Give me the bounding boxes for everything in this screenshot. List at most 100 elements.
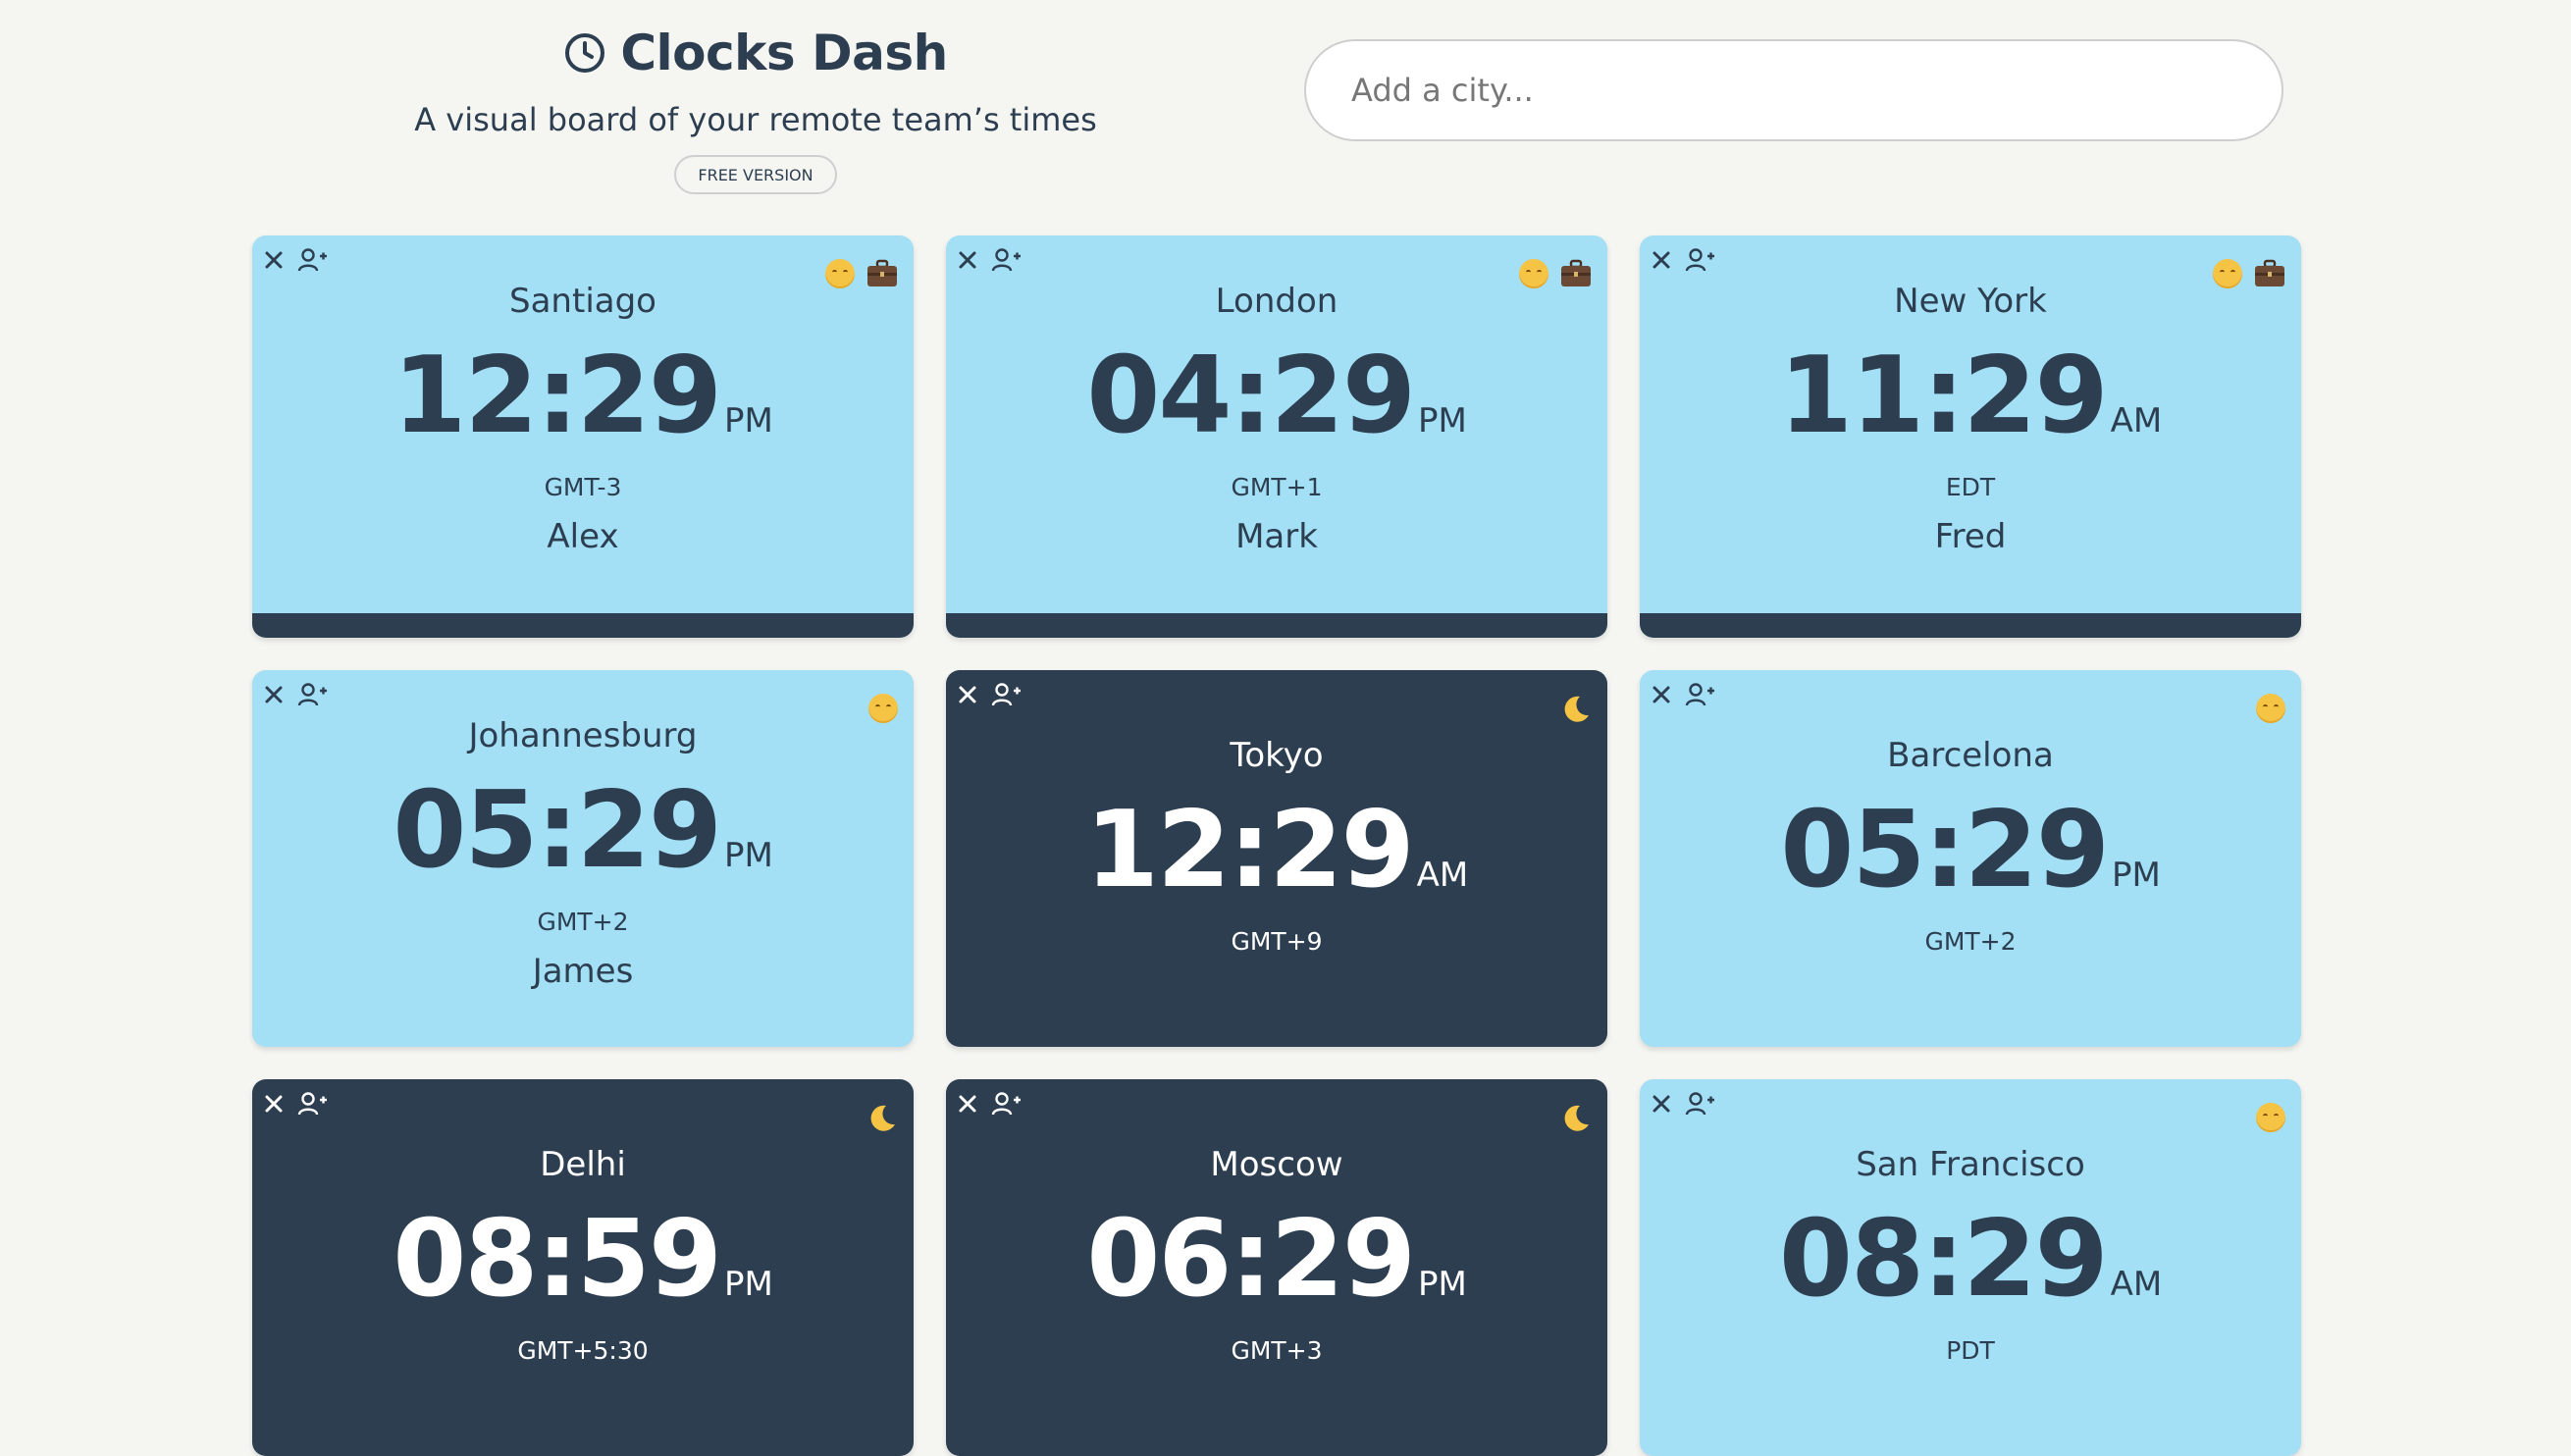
clock-card-new-york: New York 11:29 AM EDT Fred	[1640, 235, 2301, 638]
clock-time: 05:29	[1780, 789, 2110, 911]
am-pm: AM	[2110, 1265, 2163, 1304]
briefcase-icon	[1561, 259, 1591, 286]
card-status	[866, 1103, 898, 1134]
clock-time: 12:29	[393, 335, 722, 457]
close-icon[interactable]	[956, 248, 979, 272]
add-person-icon[interactable]	[991, 1091, 1021, 1117]
timezone: GMT+5:30	[517, 1336, 649, 1365]
add-person-icon[interactable]	[297, 682, 327, 707]
time-row: 08:59 PM	[252, 1201, 914, 1319]
add-person-icon[interactable]	[297, 1091, 327, 1117]
timezone: PDT	[1946, 1336, 1995, 1365]
time-row: 12:29 AM	[946, 792, 1607, 910]
am-pm: PM	[723, 1265, 773, 1304]
time-row: 05:29 PM	[252, 772, 914, 890]
clock-time: 12:29	[1084, 789, 1415, 911]
card-controls	[956, 1091, 1021, 1117]
close-icon[interactable]	[262, 683, 286, 706]
clock-card-santiago: Santiago 12:29 PM GMT-3 Alex	[252, 235, 914, 638]
card-controls	[262, 682, 327, 707]
timezone: GMT+9	[1231, 927, 1323, 956]
card-controls	[262, 1091, 327, 1117]
timezone: GMT+2	[537, 908, 629, 936]
time-row: 08:29 AM	[1640, 1201, 2301, 1319]
timezone: GMT+2	[1924, 927, 2017, 956]
clock-card-barcelona: Barcelona 05:29 PM GMT+2	[1640, 670, 2301, 1047]
am-pm: PM	[1417, 401, 1467, 441]
add-person-icon[interactable]	[1685, 247, 1714, 273]
header: Clocks Dash A visual board of your remot…	[0, 0, 2571, 216]
add-city-input[interactable]	[1304, 39, 2283, 141]
card-status	[2256, 694, 2285, 723]
am-pm: PM	[1417, 1265, 1467, 1304]
sun-face-icon	[2256, 1103, 2285, 1132]
timezone: GMT-3	[544, 473, 622, 501]
card-status	[868, 694, 898, 723]
time-row: 06:29 PM	[946, 1201, 1607, 1319]
am-pm: AM	[1416, 856, 1469, 895]
card-status	[2213, 259, 2285, 288]
add-person-icon[interactable]	[991, 247, 1021, 273]
moon-icon	[1564, 1105, 1589, 1131]
card-controls	[1650, 247, 1714, 273]
close-icon[interactable]	[956, 1092, 979, 1116]
card-status	[825, 259, 898, 288]
card-status	[1519, 259, 1592, 288]
add-person-icon[interactable]	[297, 247, 327, 273]
city-name: New York	[1894, 282, 2047, 321]
am-pm: PM	[723, 401, 773, 441]
app-subtitle: A visual board of your remote team’s tim…	[414, 101, 1097, 138]
close-icon[interactable]	[262, 248, 286, 272]
add-person-icon[interactable]	[991, 682, 1021, 707]
person-name: James	[532, 952, 634, 991]
card-controls	[956, 247, 1021, 273]
card-controls	[1650, 1091, 1714, 1117]
clock-icon	[565, 33, 605, 73]
title-row: Clocks Dash	[353, 16, 1158, 90]
card-footer-bar	[946, 613, 1607, 638]
clock-card-tokyo: Tokyo 12:29 AM GMT+9	[946, 670, 1607, 1047]
timezone: EDT	[1945, 473, 1996, 501]
city-name: London	[1215, 282, 1338, 321]
briefcase-icon	[2255, 259, 2284, 286]
card-status	[2256, 1103, 2285, 1132]
sun-face-icon	[1519, 259, 1548, 288]
city-name: Tokyo	[1230, 736, 1324, 775]
close-icon[interactable]	[956, 683, 979, 706]
close-icon[interactable]	[1650, 248, 1673, 272]
card-footer-bar	[252, 613, 914, 638]
am-pm: PM	[2111, 856, 2161, 895]
add-person-icon[interactable]	[1685, 682, 1714, 707]
app-title: Clocks Dash	[620, 25, 948, 81]
city-name: San Francisco	[1856, 1145, 2085, 1184]
clock-time: 04:29	[1086, 335, 1416, 457]
card-controls	[1650, 682, 1714, 707]
am-pm: AM	[2110, 401, 2163, 441]
clock-card-moscow: Moscow 06:29 PM GMT+3	[946, 1079, 1607, 1456]
city-name: Moscow	[1210, 1145, 1343, 1184]
add-person-icon[interactable]	[1685, 1091, 1714, 1117]
clock-time: 05:29	[393, 769, 722, 892]
time-row: 11:29 AM	[1640, 338, 2301, 455]
clock-card-delhi: Delhi 08:59 PM GMT+5:30	[252, 1079, 914, 1456]
time-row: 12:29 PM	[252, 338, 914, 455]
clock-time: 11:29	[1778, 335, 2109, 457]
person-name: Alex	[547, 517, 619, 556]
close-icon[interactable]	[1650, 1092, 1673, 1116]
briefcase-icon	[867, 259, 897, 286]
sun-face-icon	[868, 694, 898, 723]
close-icon[interactable]	[262, 1092, 286, 1116]
card-status	[1560, 1103, 1592, 1134]
moon-icon	[1564, 696, 1589, 722]
city-name: Johannesburg	[468, 716, 698, 755]
sun-face-icon	[2213, 259, 2242, 288]
timezone: GMT+3	[1231, 1336, 1323, 1365]
city-name: Barcelona	[1887, 736, 2054, 775]
person-name: Fred	[1934, 517, 2007, 556]
clock-card-london: London 04:29 PM GMT+1 Mark	[946, 235, 1607, 638]
brand: Clocks Dash A visual board of your remot…	[353, 16, 1158, 194]
free-version-badge[interactable]: FREE VERSION	[674, 155, 837, 194]
time-row: 05:29 PM	[1640, 792, 2301, 910]
close-icon[interactable]	[1650, 683, 1673, 706]
city-name: Delhi	[540, 1145, 626, 1184]
